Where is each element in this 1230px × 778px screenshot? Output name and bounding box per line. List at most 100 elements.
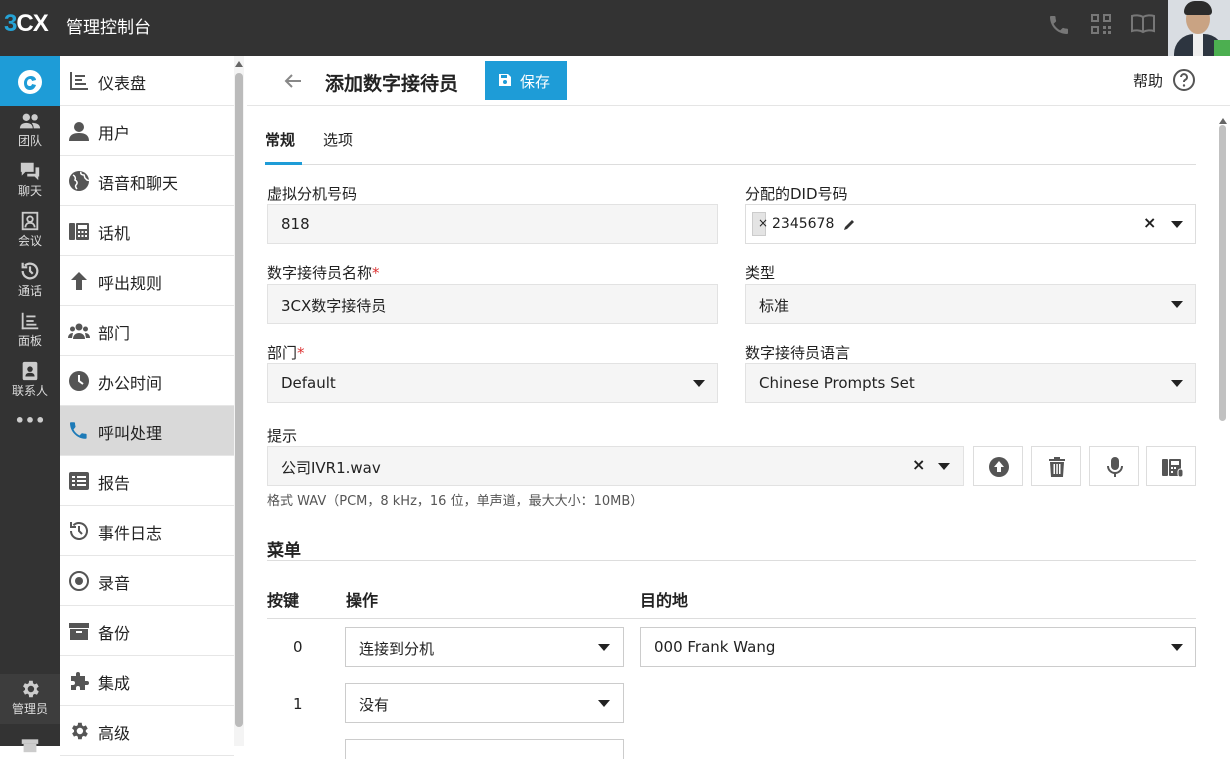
prompt-select[interactable]: 公司IVR1.wav × — [267, 446, 964, 486]
top-bar: 3CX 管理控制台 — [0, 0, 1230, 56]
menu-row-action-select[interactable] — [345, 739, 624, 759]
department-label: 部门* — [267, 344, 305, 362]
chevron-down-icon[interactable] — [1171, 221, 1183, 228]
extension-label: 虚拟分机号码 — [267, 185, 358, 203]
phone-icon — [70, 422, 87, 439]
menu-item-phones[interactable]: 话机 — [60, 206, 234, 256]
menu-item-integration[interactable]: 集成 — [60, 656, 234, 706]
book-icon[interactable] — [1130, 13, 1156, 35]
dashboard-icon — [70, 72, 88, 90]
menu-item-outbound-rules[interactable]: 呼出规则 — [60, 256, 234, 306]
gift-icon — [21, 739, 39, 753]
edit-icon[interactable] — [842, 218, 856, 232]
menu-item-call-handling[interactable]: 呼叫处理 — [60, 406, 234, 456]
home-button[interactable] — [0, 56, 60, 106]
chat-icon — [20, 162, 40, 181]
did-label: 分配的DID号码 — [745, 185, 848, 203]
rail-item-team[interactable]: 团队 — [0, 106, 60, 156]
tab-options[interactable]: 选项 — [323, 129, 353, 165]
menu-row-destination-select[interactable]: 000 Frank Wang — [640, 627, 1196, 667]
record-via-phone-button[interactable] — [1146, 446, 1196, 486]
help-icon[interactable] — [1172, 68, 1196, 92]
3cx-logo[interactable]: 3CX — [4, 10, 49, 38]
rail-item-gift[interactable] — [0, 728, 60, 778]
rail-item-panel[interactable]: 面板 — [0, 306, 60, 356]
prompt-format-hint: 格式 WAV（PCM，8 kHz，16 位，单声道，最大大小：10MB） — [267, 494, 644, 509]
icon-rail: 团队 聊天 会议 通话 面板 联系人 ••• 管理员 — [0, 56, 60, 753]
language-select[interactable]: Chinese Prompts Set — [745, 363, 1196, 403]
col-action-header: 操作 — [346, 591, 379, 610]
did-chip[interactable]: × 2345678 — [752, 212, 854, 236]
menu-item-office-hours[interactable]: 办公时间 — [60, 356, 234, 406]
prompt-label: 提示 — [267, 427, 298, 445]
page-title: 添加数字接待员 — [325, 73, 459, 95]
history-icon — [70, 522, 88, 540]
arrow-up-icon — [71, 272, 87, 290]
col-destination-header: 目的地 — [640, 591, 689, 610]
rail-item-calls[interactable]: 通话 — [0, 256, 60, 306]
chevron-down-icon — [1171, 380, 1183, 387]
menu-item-users[interactable]: 用户 — [60, 106, 234, 156]
menu-item-departments[interactable]: 部门 — [60, 306, 234, 356]
type-label: 类型 — [745, 264, 776, 282]
status-indicator — [1214, 40, 1230, 56]
qr-code-icon[interactable] — [1090, 13, 1112, 35]
section-divider — [267, 560, 1196, 561]
menu-item-voice-chat[interactable]: 语音和聊天 — [60, 156, 234, 206]
chevron-down-icon — [1171, 644, 1183, 651]
microphone-icon — [1107, 457, 1123, 477]
phone-icon[interactable] — [1047, 13, 1071, 37]
extension-field[interactable]: 818 — [267, 204, 718, 244]
record-prompt-button[interactable] — [1089, 446, 1139, 486]
menu-item-event-log[interactable]: 事件日志 — [60, 506, 234, 556]
menu-item-advanced[interactable]: 高级 — [60, 706, 234, 756]
group-icon — [68, 323, 90, 339]
rail-item-chat[interactable]: 聊天 — [0, 156, 60, 206]
chevron-down-icon[interactable] — [938, 463, 950, 470]
chip-remove-icon[interactable]: × — [758, 216, 768, 230]
save-button[interactable]: 保存 — [485, 61, 567, 100]
gear-icon — [72, 722, 88, 740]
did-select[interactable]: × 2345678 × — [745, 204, 1196, 244]
menu-item-recordings[interactable]: 录音 — [60, 556, 234, 606]
gear-icon — [23, 680, 39, 698]
avatar[interactable] — [1168, 0, 1230, 56]
team-icon — [19, 113, 41, 129]
type-select[interactable]: 标准 — [745, 284, 1196, 324]
menu-scrollbar[interactable] — [234, 56, 244, 746]
upload-button[interactable] — [973, 446, 1023, 486]
page-header: 添加数字接待员 保存 帮助 — [247, 56, 1230, 106]
language-label: 数字接待员语言 — [745, 344, 851, 362]
menu-row-action-select[interactable]: 连接到分机 — [345, 627, 624, 667]
menu-row-action-select[interactable]: 没有 — [345, 683, 624, 723]
meeting-icon — [21, 211, 39, 231]
more-icon[interactable]: ••• — [0, 411, 60, 461]
name-label: 数字接待员名称* — [267, 264, 380, 282]
help-link[interactable]: 帮助 — [1133, 70, 1163, 91]
menu-item-dashboard[interactable]: 仪表盘 — [60, 56, 234, 106]
rail-item-contacts[interactable]: 联系人 — [0, 356, 60, 406]
tab-general[interactable]: 常规 — [265, 129, 302, 165]
history-icon — [21, 262, 39, 280]
menu-item-backup[interactable]: 备份 — [60, 606, 234, 656]
report-icon — [69, 472, 89, 490]
name-field[interactable]: 3CX数字接待员 — [267, 284, 718, 324]
clear-icon[interactable]: × — [1143, 213, 1156, 232]
back-arrow-icon[interactable] — [281, 69, 305, 93]
clock-icon — [69, 371, 89, 391]
header-divider — [267, 618, 1196, 619]
contacts-icon — [22, 361, 38, 381]
record-icon — [69, 571, 89, 591]
department-select[interactable]: Default — [267, 363, 718, 403]
clear-icon[interactable]: × — [912, 455, 925, 474]
content-scrollbar[interactable] — [1217, 118, 1230, 746]
tab-bar: 常规 选项 — [265, 118, 1196, 165]
rail-item-meeting[interactable]: 会议 — [0, 206, 60, 256]
chevron-down-icon — [598, 644, 610, 651]
desk-phone-mic-icon — [1162, 459, 1184, 478]
menu-item-reports[interactable]: 报告 — [60, 456, 234, 506]
main-content: 添加数字接待员 保存 帮助 常规 选项 虚拟分机号码 818 分配的DID号码 … — [247, 56, 1230, 759]
delete-button[interactable] — [1031, 446, 1081, 486]
chevron-down-icon — [1171, 301, 1183, 308]
rail-item-admin[interactable]: 管理员 — [0, 674, 60, 724]
